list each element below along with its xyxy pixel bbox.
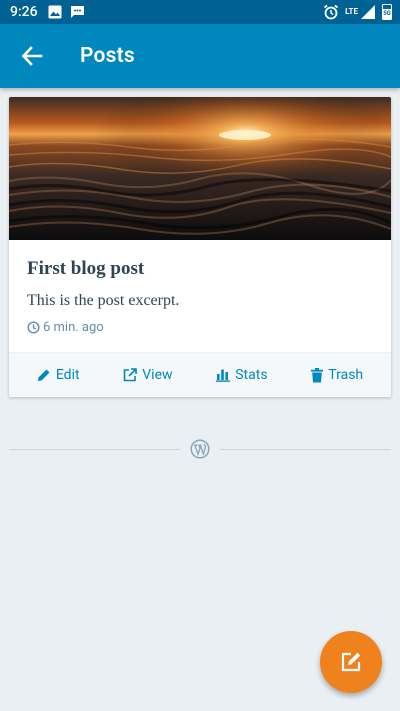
- divider-line-right: [220, 448, 391, 450]
- status-bar: 9:26 LTE 5G: [0, 0, 400, 24]
- image-notification-icon: [48, 5, 62, 19]
- compose-post-button[interactable]: [320, 631, 382, 693]
- wordpress-logo-icon: [190, 439, 210, 459]
- post-time-ago: 6 min. ago: [43, 320, 104, 335]
- app-bar: Posts: [0, 24, 400, 88]
- sunset-water-image: [9, 97, 391, 240]
- post-title[interactable]: First blog post: [27, 258, 373, 280]
- stats-button[interactable]: Stats: [216, 367, 268, 383]
- post-content: First blog post This is the post excerpt…: [9, 240, 391, 335]
- page-title: Posts: [80, 44, 135, 68]
- alarm-icon: [324, 4, 339, 20]
- post-card[interactable]: First blog post This is the post excerpt…: [9, 97, 391, 397]
- trash-button[interactable]: Trash: [311, 367, 363, 383]
- sim-label: 5G: [383, 9, 391, 19]
- stats-label: Stats: [235, 367, 268, 383]
- bar-chart-icon: [216, 369, 231, 382]
- back-button[interactable]: [4, 28, 60, 84]
- status-right-icons: LTE 5G: [323, 4, 392, 20]
- trash-icon: [311, 367, 324, 382]
- post-meta: 6 min. ago: [27, 320, 373, 335]
- edit-button[interactable]: Edit: [37, 367, 80, 383]
- view-label: View: [142, 367, 173, 383]
- compose-icon: [341, 652, 361, 672]
- network-type-label: LTE: [345, 7, 358, 16]
- signal-icon: [361, 5, 375, 19]
- arrow-back-icon: [21, 46, 43, 66]
- post-actions: Edit View Stats Trash: [9, 352, 391, 397]
- pencil-icon: [37, 369, 50, 381]
- external-link-icon: [123, 368, 138, 382]
- battery-icon: 5G: [382, 4, 392, 20]
- post-featured-image[interactable]: [9, 97, 391, 240]
- message-notification-icon: [70, 6, 84, 18]
- divider-line-left: [9, 448, 180, 450]
- list-end-divider: [9, 439, 391, 459]
- status-time: 9:26: [10, 4, 38, 20]
- clock-icon: [27, 321, 40, 334]
- post-excerpt: This is the post excerpt.: [27, 292, 180, 309]
- trash-label: Trash: [328, 367, 364, 383]
- status-left-icons: [48, 5, 85, 19]
- edit-label: Edit: [55, 367, 80, 383]
- view-button[interactable]: View: [123, 367, 173, 383]
